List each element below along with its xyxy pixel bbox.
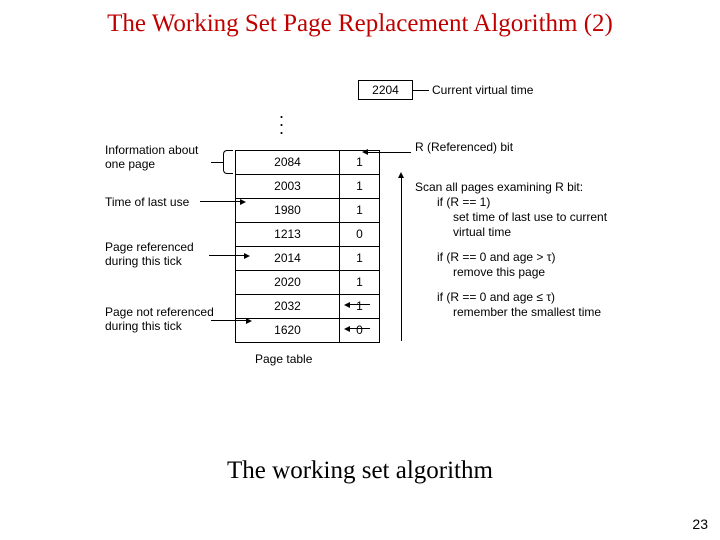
table-row: 2020 1 bbox=[235, 271, 380, 295]
scan-action-1: set time of last use to current virtual … bbox=[415, 210, 635, 240]
r-cell: 0 bbox=[340, 223, 380, 247]
r-cell: 1 bbox=[340, 271, 380, 295]
working-set-diagram: 2204 Current virtual time ... 2084 1 200… bbox=[105, 80, 605, 430]
table-row: 2032 1 bbox=[235, 295, 380, 319]
r-cell: 1 bbox=[340, 175, 380, 199]
time-cell: 1213 bbox=[235, 223, 340, 247]
scan-action-2: remove this page bbox=[415, 265, 635, 280]
table-row: 1213 0 bbox=[235, 223, 380, 247]
arrow-icon bbox=[240, 199, 246, 205]
time-cell: 2084 bbox=[235, 151, 340, 175]
page-referenced-label: Page referenced during this tick bbox=[105, 240, 225, 268]
page-not-referenced-label: Page not referenced during this tick bbox=[105, 305, 225, 333]
scan-cond-2: if (R == 0 and age > τ) bbox=[415, 250, 635, 265]
page-number: 23 bbox=[692, 516, 708, 532]
scan-heading: Scan all pages examining R bit: bbox=[415, 180, 635, 195]
cvt-connector bbox=[413, 90, 429, 91]
table-row: 1980 1 bbox=[235, 199, 380, 223]
connector-line bbox=[200, 201, 240, 202]
time-cell: 2032 bbox=[235, 295, 340, 319]
time-of-last-use-label: Time of last use bbox=[105, 195, 189, 209]
table-row: 2084 1 bbox=[235, 151, 380, 175]
table-row: 2003 1 bbox=[235, 175, 380, 199]
inner-arrow-icon bbox=[350, 304, 370, 305]
arrow-icon bbox=[246, 318, 252, 324]
time-cell: 2003 bbox=[235, 175, 340, 199]
time-cell: 1980 bbox=[235, 199, 340, 223]
info-about-one-page-label: Information about one page bbox=[105, 143, 215, 171]
figure-caption: The working set algorithm bbox=[0, 457, 720, 485]
inner-arrow-icon bbox=[350, 328, 370, 329]
scan-vertical-line bbox=[401, 176, 402, 341]
r-cell: 1 bbox=[340, 199, 380, 223]
scan-cond-3: if (R == 0 and age ≤ τ) bbox=[415, 290, 635, 305]
ellipsis-icon: ... bbox=[279, 110, 289, 146]
referenced-bit-label: R (Referenced) bit bbox=[415, 140, 513, 154]
current-virtual-time-box: 2204 bbox=[358, 80, 413, 100]
brace-icon bbox=[223, 150, 233, 174]
slide-title: The Working Set Page Replacement Algorit… bbox=[0, 10, 720, 38]
connector-line bbox=[211, 320, 246, 321]
table-row: 2014 1 bbox=[235, 247, 380, 271]
arrow-icon bbox=[244, 253, 250, 259]
arrow-icon bbox=[362, 149, 368, 155]
table-row: 1620 0 bbox=[235, 319, 380, 343]
page-table: 2084 1 2003 1 1980 1 1213 0 2014 1 2020 … bbox=[235, 150, 380, 343]
r-cell: 1 bbox=[340, 151, 380, 175]
r-cell: 1 bbox=[340, 247, 380, 271]
scan-cond-1: if (R == 1) bbox=[415, 195, 635, 210]
connector-line bbox=[209, 255, 244, 256]
connector-line bbox=[368, 152, 411, 153]
scan-action-3: remember the smallest time bbox=[415, 305, 635, 320]
time-cell: 2020 bbox=[235, 271, 340, 295]
current-virtual-time-label: Current virtual time bbox=[432, 83, 533, 97]
arrow-icon bbox=[398, 172, 404, 178]
time-cell: 2014 bbox=[235, 247, 340, 271]
scan-algorithm-text: Scan all pages examining R bit: if (R ==… bbox=[415, 180, 635, 320]
page-table-label: Page table bbox=[255, 352, 312, 366]
